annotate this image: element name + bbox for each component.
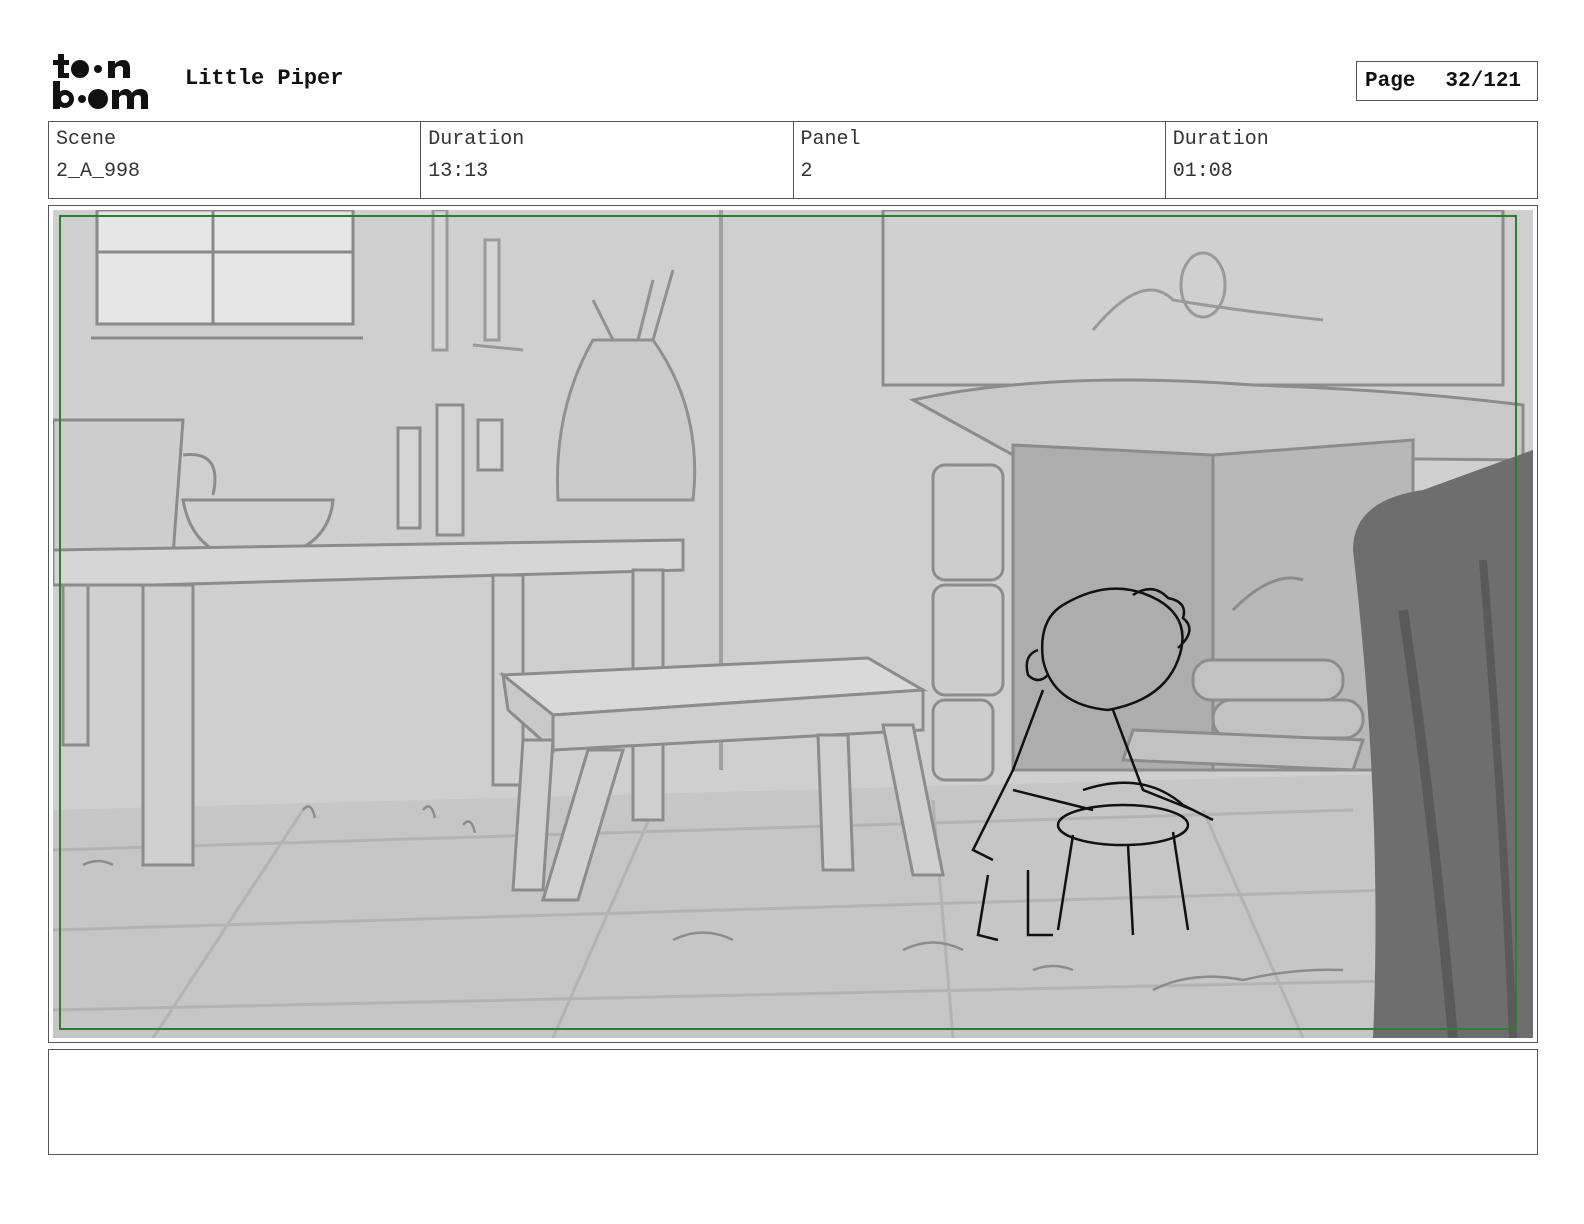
toon-boom-logo bbox=[53, 54, 148, 109]
panel-duration-cell: Duration 01:08 bbox=[1166, 122, 1537, 198]
project-title: Little Piper bbox=[185, 66, 344, 91]
panel-duration-label: Duration bbox=[1172, 128, 1269, 151]
scene-label: Scene bbox=[56, 128, 117, 151]
panel-cell: Panel 2 bbox=[794, 122, 1166, 198]
scene-value: 2_A_998 bbox=[56, 160, 141, 183]
scene-cell: Scene 2_A_998 bbox=[49, 122, 422, 198]
page-number: 32/121 bbox=[1445, 69, 1522, 93]
scene-duration-cell: Duration 13:13 bbox=[421, 122, 794, 198]
panel-label: Panel bbox=[800, 128, 861, 151]
page-indicator: Page 32/121 bbox=[1356, 61, 1538, 101]
panel-value: 2 bbox=[800, 160, 813, 183]
page-label: Page bbox=[1365, 69, 1416, 93]
scene-info-bar: Scene 2_A_998 Duration 13:13 Panel 2 Dur… bbox=[48, 121, 1538, 199]
panel-notes-area bbox=[48, 1049, 1538, 1155]
panel-sketch-image bbox=[53, 210, 1533, 1038]
scene-duration-label: Duration bbox=[428, 128, 525, 151]
storyboard-panel bbox=[48, 205, 1538, 1043]
panel-duration-value: 01:08 bbox=[1172, 160, 1233, 183]
scene-duration-value: 13:13 bbox=[428, 160, 489, 183]
